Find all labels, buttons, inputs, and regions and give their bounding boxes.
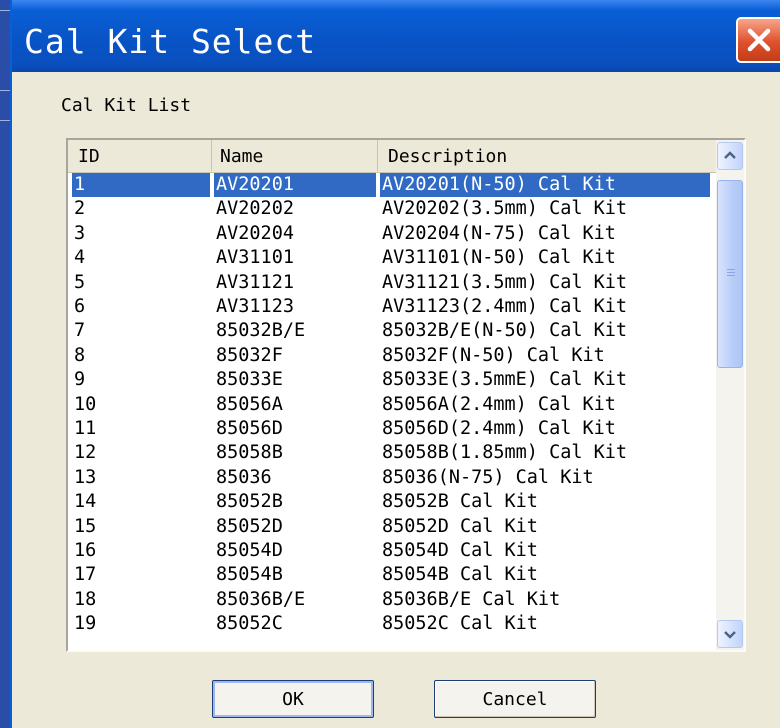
table-row[interactable]: 1 AV20201 AV20201(N-50) Cal Kit (68, 173, 714, 197)
table-row[interactable]: 15 85052D 85052D Cal Kit (68, 515, 714, 539)
table-row[interactable]: 18 85036B/E 85036B/E Cal Kit (68, 588, 714, 612)
cell-description: 85032F(N-50) Cal Kit (382, 344, 605, 366)
cell-description: 85052B Cal Kit (382, 491, 538, 513)
cell-id: 3 (74, 222, 86, 244)
dialog-title: Cal Kit Select (24, 22, 317, 61)
ok-button[interactable]: OK (212, 680, 374, 718)
cell-id: 7 (74, 320, 86, 342)
table-row[interactable]: 17 85054B 85054B Cal Kit (68, 563, 714, 587)
cell-name: 85033E (216, 369, 283, 391)
cell-name: 85054B (216, 564, 283, 586)
cell-description: 85032B/E(N-50) Cal Kit (382, 320, 628, 342)
cell-id: 2 (74, 198, 86, 220)
cell-id: 9 (74, 369, 86, 391)
cell-name: AV31121 (216, 271, 294, 293)
table-row[interactable]: 3 AV20204 AV20204(N-75) Cal Kit (68, 222, 714, 246)
cal-kit-list-label: Cal Kit List (61, 95, 192, 116)
cal-kit-select-dialog: Cal Kit Select Cal Kit List ID Name Desc… (10, 0, 780, 728)
cell-description: AV31101(N-50) Cal Kit (382, 247, 616, 269)
table-row[interactable]: 7 85032B/E 85032B/E(N-50) Cal Kit (68, 319, 714, 343)
cell-id: 18 (74, 588, 97, 610)
table-row[interactable]: 14 85052B 85052B Cal Kit (68, 490, 714, 514)
cell-name: AV20204 (216, 222, 294, 244)
cell-name: AV20201 (214, 173, 376, 197)
cell-description: AV31121(3.5mm) Cal Kit (382, 271, 628, 293)
cell-description: AV31123(2.4mm) Cal Kit (382, 296, 628, 317)
cell-description: 85052D Cal Kit (382, 515, 538, 537)
vertical-scrollbar[interactable] (716, 140, 744, 650)
cell-id: 5 (74, 271, 86, 293)
cell-id: 12 (74, 442, 97, 464)
cell-id: 6 (74, 296, 86, 317)
column-header-name[interactable]: Name (212, 140, 378, 171)
cell-name: 85052D (216, 515, 283, 537)
table-row[interactable]: 9 85033E 85033E(3.5mmE) Cal Kit (68, 368, 714, 392)
table-row[interactable]: 19 85052C 85052C Cal Kit (68, 612, 714, 636)
cell-description: 85036B/E Cal Kit (382, 588, 561, 610)
cell-name: 85036 (216, 466, 272, 488)
cell-name: 85052C (216, 613, 283, 635)
cell-description: AV20202(3.5mm) Cal Kit (382, 198, 628, 220)
list-rows: 1 AV20201 AV20201(N-50) Cal Kit 2 AV20202 AV2… (68, 173, 714, 650)
cell-id: 16 (74, 540, 97, 561)
cell-id: 4 (74, 247, 86, 269)
cell-description: 85052C Cal Kit (382, 613, 538, 635)
table-row[interactable]: 12 85058B 85058B(1.85mm) Cal Kit (68, 441, 714, 465)
cell-name: 85036B/E (216, 588, 306, 610)
column-header-description[interactable]: Description (378, 140, 718, 171)
cell-description: 85054B Cal Kit (382, 564, 538, 586)
scroll-down-button[interactable] (717, 620, 743, 648)
cell-id: 15 (74, 515, 97, 537)
column-header-id[interactable]: ID (68, 140, 212, 171)
table-row[interactable]: 8 85032F 85032F(N-50) Cal Kit (68, 344, 714, 368)
cell-name: AV31123 (216, 296, 294, 317)
cell-description: 85033E(3.5mmE) Cal Kit (382, 369, 628, 391)
cancel-button[interactable]: Cancel (434, 680, 596, 718)
close-button[interactable] (736, 17, 780, 63)
cell-name: 85054D (216, 540, 283, 561)
cell-name: 85032F (216, 344, 283, 366)
table-row[interactable]: 4 AV31101 AV31101(N-50) Cal Kit (68, 246, 714, 270)
table-row[interactable]: 13 85036 85036(N-75) Cal Kit (68, 466, 714, 490)
cell-id: 17 (74, 564, 97, 586)
cal-kit-list[interactable]: ID Name Description 1 AV20201 AV20201(N-50… (66, 138, 746, 652)
cell-id: 19 (74, 613, 97, 635)
cell-name: 85032B/E (216, 320, 306, 342)
table-row[interactable]: 11 85056D 85056D(2.4mm) Cal Kit (68, 417, 714, 441)
cell-name: 85058B (216, 442, 283, 464)
table-row[interactable]: 10 85056A 85056A(2.4mm) Cal Kit (68, 393, 714, 417)
chevron-down-icon (724, 631, 736, 639)
table-row[interactable]: 2 AV20202 AV20202(3.5mm) Cal Kit (68, 197, 714, 221)
cell-description: 85056A(2.4mm) Cal Kit (382, 393, 616, 415)
cell-id: 10 (74, 393, 97, 415)
cell-name: 85056D (216, 418, 283, 439)
table-row[interactable]: 6 AV31123 AV31123(2.4mm) Cal Kit (68, 295, 714, 319)
cell-description: AV20204(N-75) Cal Kit (382, 222, 616, 244)
scroll-up-button[interactable] (717, 142, 743, 170)
cell-id: 8 (74, 344, 86, 366)
close-icon (747, 28, 771, 52)
cell-id: 13 (74, 466, 97, 488)
cell-name: 85056A (216, 393, 283, 415)
cell-description: AV20201(N-50) Cal Kit (380, 173, 710, 197)
cell-name: AV20202 (216, 198, 294, 220)
cell-id: 1 (72, 173, 210, 197)
chevron-up-icon (724, 151, 736, 159)
cell-id: 11 (74, 418, 97, 439)
cell-description: 85058B(1.85mm) Cal Kit (382, 442, 628, 464)
title-bar[interactable]: Cal Kit Select (12, 0, 780, 72)
cell-name: 85052B (216, 491, 283, 513)
table-row[interactable]: 16 85054D 85054D Cal Kit (68, 539, 714, 563)
cell-id: 14 (74, 491, 97, 513)
cell-name: AV31101 (216, 247, 294, 269)
table-row[interactable]: 5 AV31121 AV31121(3.5mm) Cal Kit (68, 271, 714, 295)
list-header: ID Name Description (68, 140, 718, 173)
cell-description: 85056D(2.4mm) Cal Kit (382, 418, 616, 439)
cell-description: 85036(N-75) Cal Kit (382, 466, 594, 488)
scroll-thumb[interactable] (717, 180, 743, 368)
cell-description: 85054D Cal Kit (382, 540, 538, 561)
